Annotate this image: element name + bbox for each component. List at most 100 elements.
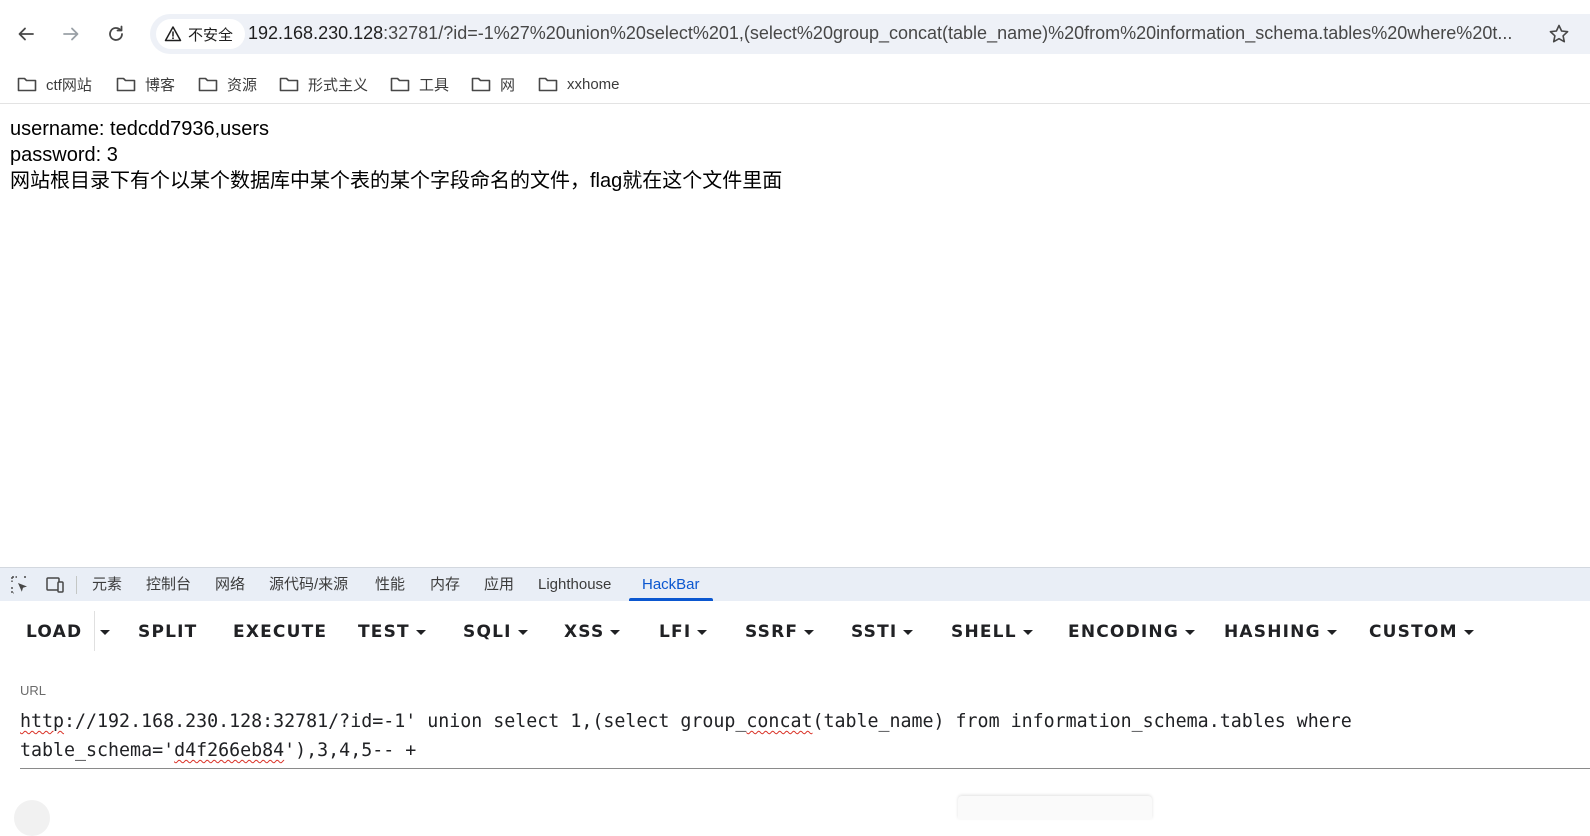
tab-network[interactable]: 网络 <box>215 568 245 602</box>
snackbar-edge <box>958 796 1152 819</box>
folder-icon <box>198 77 218 92</box>
hashing-menu-button[interactable]: HASHING <box>1224 619 1337 645</box>
bookmark-label: ctf网站 <box>46 76 92 94</box>
url-text[interactable]: 192.168.230.128:32781/?id=-1%27%20union%… <box>248 23 1538 44</box>
back-button[interactable] <box>10 18 42 50</box>
password-line: password: 3 <box>10 144 118 166</box>
load-dropdown-icon[interactable] <box>100 630 110 635</box>
forward-button[interactable] <box>55 18 87 50</box>
folder-icon <box>17 77 37 92</box>
chevron-down-icon <box>804 629 815 635</box>
chevron-down-icon <box>903 629 914 635</box>
bookmark-folder[interactable]: 资源 <box>198 69 257 99</box>
security-chip[interactable]: 不安全 <box>156 19 246 49</box>
username-line: username: tedcdd7936,users <box>10 118 270 140</box>
ssrf-label: SSRF <box>745 622 799 642</box>
devtools-tab-strip: 元素 控制台 网络 源代码/来源 性能 内存 应用 Lighthouse Hac… <box>0 567 1590 601</box>
lfi-menu-button[interactable]: LFI <box>659 619 708 645</box>
lfi-label: LFI <box>659 622 692 642</box>
bookmark-label: 工具 <box>419 76 450 94</box>
warning-icon <box>164 26 182 42</box>
execute-button[interactable]: EXECUTE <box>233 619 327 645</box>
chevron-down-icon <box>415 629 426 635</box>
inspect-element-icon[interactable] <box>10 575 30 595</box>
sqli-menu-button[interactable]: SQLI <box>463 619 528 645</box>
ssrf-menu-button[interactable]: SSRF <box>745 619 815 645</box>
device-toolbar-icon[interactable] <box>45 575 65 595</box>
bookmark-label: 博客 <box>145 76 176 94</box>
split-button[interactable]: SPLIT <box>138 619 197 645</box>
test-label: TEST <box>358 622 410 642</box>
url-field-label: URL <box>20 683 47 698</box>
hackbar-panel: LOAD SPLIT EXECUTE TEST SQLI XSS LFI SSR… <box>0 601 1590 819</box>
tab-console[interactable]: 控制台 <box>146 568 191 602</box>
bookmark-folder[interactable]: ctf网站 <box>17 69 92 99</box>
url-path: :32781/?id=-1%27%20union%20select%201,(s… <box>383 23 1513 43</box>
floating-button[interactable] <box>14 800 50 836</box>
xss-menu-button[interactable]: XSS <box>564 619 621 645</box>
url-segment: http <box>20 711 65 732</box>
sqli-label: SQLI <box>463 622 512 642</box>
tab-application[interactable]: 应用 <box>484 568 514 602</box>
folder-icon <box>471 77 491 92</box>
load-button[interactable]: LOAD <box>26 619 82 645</box>
hint-line: 网站根目录下有个以某个数据库中某个表的某个字段命名的文件，flag就在这个文件里… <box>10 170 783 192</box>
custom-label: CUSTOM <box>1369 622 1458 642</box>
bookmark-folder[interactable]: xxhome <box>538 69 620 99</box>
bookmark-folder[interactable]: 形式主义 <box>279 69 368 99</box>
shell-menu-button[interactable]: SHELL <box>951 619 1033 645</box>
browser-toolbar: 不安全 192.168.230.128:32781/?id=-1%27%20un… <box>0 0 1590 64</box>
execute-label: EXECUTE <box>233 622 328 642</box>
security-label: 不安全 <box>188 26 234 44</box>
hackbar-url-input[interactable]: http://192.168.230.128:32781/?id=-1' uni… <box>20 707 1590 765</box>
chevron-down-icon <box>697 629 708 635</box>
bookmark-folder[interactable]: 工具 <box>390 69 449 99</box>
load-label: LOAD <box>26 622 83 642</box>
url-field-underline <box>20 768 1590 769</box>
bookmarks-bar: ctf网站 博客 资源 形式主义 工具 网 xxhome <box>0 64 1590 104</box>
tab-performance[interactable]: 性能 <box>375 568 405 602</box>
bookmark-star-icon[interactable] <box>1548 23 1570 45</box>
page-content: username: tedcdd7936,users password: 3 网… <box>10 116 782 194</box>
ssti-menu-button[interactable]: SSTI <box>851 619 914 645</box>
chevron-down-icon <box>1326 629 1337 635</box>
shell-label: SHELL <box>951 622 1017 642</box>
folder-icon <box>279 77 299 92</box>
ssti-label: SSTI <box>851 622 898 642</box>
test-menu-button[interactable]: TEST <box>358 619 426 645</box>
arrow-left-icon <box>18 27 34 41</box>
arrow-right-icon <box>63 27 79 41</box>
folder-icon <box>538 77 558 92</box>
tab-hackbar[interactable]: HackBar <box>642 568 700 602</box>
split-label: SPLIT <box>138 622 198 642</box>
bookmark-folder[interactable]: 网 <box>471 69 515 99</box>
bookmark-label: 形式主义 <box>308 76 369 94</box>
tab-lighthouse[interactable]: Lighthouse <box>538 568 611 602</box>
bookmark-folder[interactable]: 博客 <box>116 69 175 99</box>
tab-memory[interactable]: 内存 <box>430 568 460 602</box>
reload-button[interactable] <box>100 18 132 50</box>
divider <box>94 611 95 651</box>
url-segment: '),3,4,5-- + <box>284 740 417 761</box>
folder-icon <box>390 77 410 92</box>
bookmark-label: 资源 <box>227 76 258 94</box>
url-segment: d4f266eb84 <box>174 740 285 761</box>
encoding-menu-button[interactable]: ENCODING <box>1068 619 1195 645</box>
chevron-down-icon <box>1022 629 1033 635</box>
xss-label: XSS <box>564 622 605 642</box>
bookmark-label: 网 <box>500 76 516 94</box>
chevron-down-icon <box>517 629 528 635</box>
url-segment: concat <box>746 711 813 732</box>
custom-menu-button[interactable]: CUSTOM <box>1369 619 1474 645</box>
chevron-down-icon <box>610 629 621 635</box>
divider <box>76 576 77 594</box>
bookmark-label: xxhome <box>567 75 620 93</box>
tab-sources[interactable]: 源代码/来源 <box>269 568 348 602</box>
hashing-label: HASHING <box>1224 622 1321 642</box>
reload-icon <box>109 25 123 41</box>
encoding-label: ENCODING <box>1068 622 1179 642</box>
url-host: 192.168.230.128 <box>248 23 384 43</box>
address-bar[interactable]: 不安全 192.168.230.128:32781/?id=-1%27%20un… <box>150 14 1590 54</box>
chevron-down-icon <box>1185 629 1195 635</box>
tab-elements[interactable]: 元素 <box>92 568 122 602</box>
